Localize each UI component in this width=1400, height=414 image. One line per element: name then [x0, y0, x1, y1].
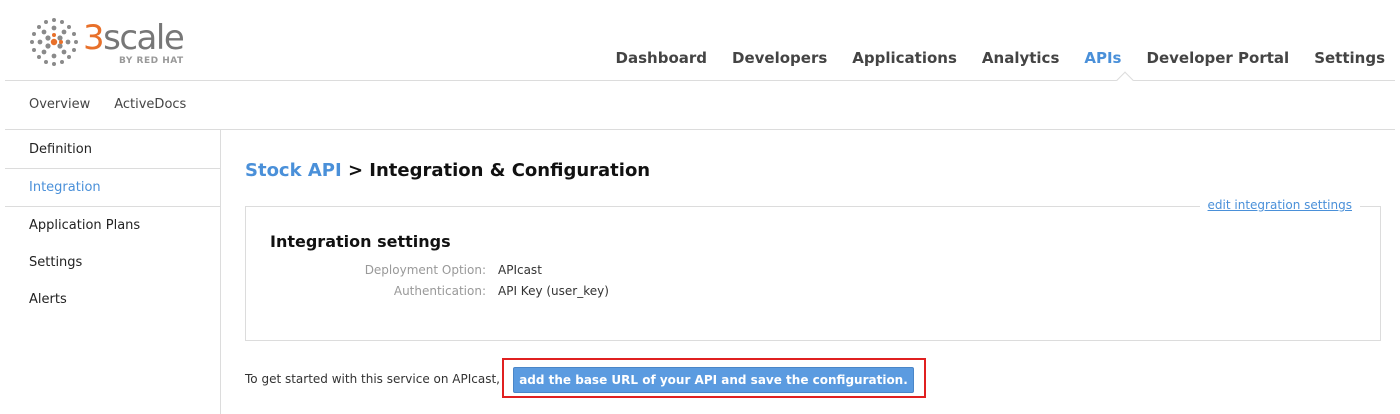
logo-subtitle: BY RED HAT: [119, 56, 184, 66]
nav-developer-portal[interactable]: Developer Portal: [1147, 49, 1290, 67]
edit-integration-settings-link[interactable]: edit integration settings: [1199, 198, 1360, 212]
sidebar-item-application-plans[interactable]: Application Plans: [29, 218, 140, 233]
header-divider: [5, 80, 1395, 81]
sidebar-item-alerts[interactable]: Alerts: [29, 292, 67, 307]
logo[interactable]: 3scale BY RED HAT: [28, 14, 203, 70]
logo-dots-icon: [30, 18, 78, 66]
page-title: Stock API > Integration & Configuration: [245, 160, 650, 181]
add-base-url-button[interactable]: add the base URL of your API and save th…: [513, 367, 914, 393]
sidebar-item-integration[interactable]: Integration: [29, 180, 101, 195]
nav-dashboard[interactable]: Dashboard: [616, 49, 707, 67]
integration-settings-panel: edit integration settings Integration se…: [245, 198, 1381, 341]
logo-wordmark: 3scale: [83, 18, 185, 58]
deployment-option-label: Deployment Option:: [364, 263, 486, 277]
page-heading: Integration & Configuration: [369, 160, 651, 181]
sidebar-item-settings[interactable]: Settings: [29, 255, 82, 270]
top-navigation: Dashboard Developers Applications Analyt…: [616, 49, 1385, 67]
authentication-value: API Key (user_key): [498, 284, 609, 298]
nav-settings[interactable]: Settings: [1314, 49, 1385, 67]
sub-navigation: Overview ActiveDocs: [29, 97, 186, 112]
authentication-label: Authentication:: [393, 284, 486, 298]
header: 3scale BY RED HAT Dashboard Developers A…: [0, 0, 1400, 81]
deployment-option-value: APIcast: [498, 263, 542, 277]
nav-apis[interactable]: APIs: [1084, 49, 1121, 67]
sidebar-divider: [5, 168, 220, 169]
nav-applications[interactable]: Applications: [852, 49, 957, 67]
sidebar-item-definition[interactable]: Definition: [29, 142, 92, 157]
breadcrumb-service[interactable]: Stock API: [245, 160, 342, 181]
subnav-activedocs[interactable]: ActiveDocs: [114, 97, 186, 112]
sidebar-divider: [5, 206, 220, 207]
sidebar: Definition Integration Application Plans…: [5, 130, 221, 414]
subnav-overview[interactable]: Overview: [29, 97, 90, 112]
panel-title: Integration settings: [270, 232, 451, 251]
breadcrumb-separator: >: [341, 160, 370, 181]
nav-analytics[interactable]: Analytics: [982, 49, 1059, 67]
getting-started-text: To get started with this service on APIc…: [245, 372, 500, 386]
nav-developers[interactable]: Developers: [732, 49, 827, 67]
